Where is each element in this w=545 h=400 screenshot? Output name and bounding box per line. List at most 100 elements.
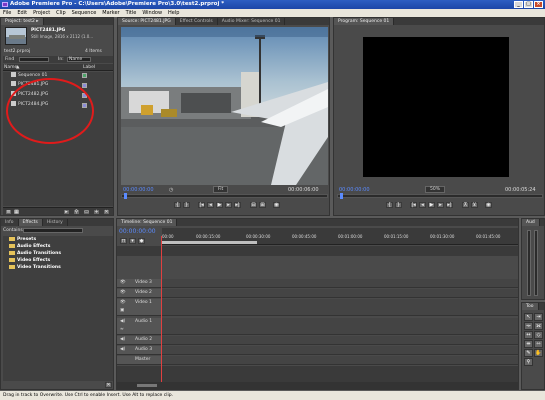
folder-presets[interactable]: Presets [9, 236, 36, 243]
source-timecode-in[interactable]: 00:00:00:00 [123, 187, 154, 193]
find-input[interactable] [19, 57, 49, 62]
set-out-icon[interactable]: } [395, 202, 402, 208]
speaker-icon[interactable]: ◀) [120, 337, 125, 342]
playhead-icon[interactable] [340, 193, 343, 199]
extract-icon[interactable]: ⊻ [471, 202, 478, 208]
step-forward-icon[interactable]: ▸ [225, 202, 232, 208]
set-in-icon[interactable]: { [386, 202, 393, 208]
timeline-zoom-bar[interactable] [117, 382, 518, 389]
folder-video-effects[interactable]: Video Effects [9, 257, 50, 264]
menu-file[interactable]: File [3, 9, 11, 17]
tab-source[interactable]: Source: PICT2481.JPG [118, 18, 176, 25]
program-scrubber[interactable] [337, 193, 543, 199]
overlay-icon[interactable]: ⊞ [259, 202, 266, 208]
zoom-dropdown[interactable]: 50% [425, 186, 446, 193]
tab-history[interactable]: History [43, 219, 68, 226]
menu-sequence[interactable]: Sequence [72, 9, 97, 17]
icon-view-icon[interactable]: ▦ [13, 209, 20, 215]
play-icon[interactable]: ▶ [216, 202, 223, 208]
track-area[interactable] [162, 318, 518, 334]
set-in-icon[interactable]: { [174, 202, 181, 208]
track-area[interactable] [162, 289, 518, 297]
menu-window[interactable]: Window [142, 9, 162, 17]
folder-video-transitions[interactable]: Video Transitions [9, 264, 61, 271]
marker-icon[interactable]: ▾ [129, 238, 136, 244]
effects-search-input[interactable] [23, 228, 83, 233]
selection-tool-icon[interactable]: ↖ [524, 313, 533, 321]
eye-icon[interactable]: 👁 [120, 300, 126, 305]
zoom-slider[interactable] [137, 384, 157, 387]
delete-icon[interactable]: ✕ [103, 209, 110, 215]
pen-tool-icon[interactable]: ✎ [524, 349, 533, 357]
rolling-edit-tool-icon[interactable]: ⟗ [534, 322, 543, 330]
eye-icon[interactable]: 👁 [120, 290, 126, 295]
new-item-icon[interactable]: + [93, 209, 100, 215]
program-timecode-in[interactable]: 00:00:00:00 [339, 187, 370, 193]
menu-clip[interactable]: Clip [56, 9, 65, 17]
track-area[interactable] [162, 279, 518, 287]
go-to-in-icon[interactable]: |◂ [198, 202, 205, 208]
list-view-icon[interactable]: ≡ [5, 209, 12, 215]
slip-tool-icon[interactable]: ⇹ [524, 340, 533, 348]
tab-project[interactable]: Project: test2 ▸ [1, 18, 44, 25]
slide-tool-icon[interactable]: ⇿ [534, 340, 543, 348]
minimize-button[interactable]: _ [514, 1, 523, 8]
display-style-icon[interactable]: ▣ [120, 308, 124, 313]
lift-icon[interactable]: ⊼ [462, 202, 469, 208]
track-area[interactable] [162, 346, 518, 354]
track-area[interactable] [162, 299, 518, 315]
insert-icon[interactable]: ⊟ [250, 202, 257, 208]
timeline-timecode[interactable]: 00:00:00:00 [119, 228, 156, 235]
menu-help[interactable]: Help [168, 9, 179, 17]
delete-icon[interactable]: ✕ [105, 382, 112, 388]
track-select-tool-icon[interactable]: ⇥ [534, 313, 543, 321]
tab-program[interactable]: Program: Sequence 01 [334, 18, 395, 25]
automate-icon[interactable]: ▸ [63, 209, 70, 215]
tab-timeline[interactable]: Timeline: Sequence 01 [117, 219, 178, 226]
tab-audio-meter[interactable]: Aud [522, 219, 540, 226]
source-scrubber[interactable] [121, 193, 328, 199]
tab-info[interactable]: Info [1, 219, 19, 226]
maximize-button[interactable]: □ [524, 1, 533, 8]
go-to-out-icon[interactable]: ▸| [234, 202, 241, 208]
set-out-icon[interactable]: } [183, 202, 190, 208]
play-icon[interactable]: ▶ [428, 202, 435, 208]
eye-icon[interactable]: 👁 [120, 280, 126, 285]
zoom-tool-icon[interactable]: ⚲ [524, 358, 533, 366]
speaker-icon[interactable]: ◀) [120, 347, 125, 352]
time-ruler[interactable]: 00:00 00:00:15:00 00:00:30:00 00:00:45:0… [162, 228, 518, 245]
tab-effect-controls[interactable]: Effect Controls [176, 18, 218, 25]
work-area-bar[interactable] [162, 241, 257, 244]
tab-tools[interactable]: Too [522, 303, 539, 310]
step-back-icon[interactable]: ◂ [207, 202, 214, 208]
folder-audio-effects[interactable]: Audio Effects [9, 243, 50, 250]
step-back-icon[interactable]: ◂ [419, 202, 426, 208]
playhead-line[interactable] [161, 236, 162, 382]
menu-marker[interactable]: Marker [102, 9, 119, 17]
export-frame-icon[interactable]: ◉ [485, 202, 492, 208]
menu-project[interactable]: Project [33, 9, 50, 17]
new-bin-icon[interactable]: ▭ [83, 209, 90, 215]
col-label-header[interactable]: Label [83, 65, 95, 70]
step-forward-icon[interactable]: ▸ [437, 202, 444, 208]
close-button[interactable]: × [534, 1, 543, 8]
ripple-edit-tool-icon[interactable]: ⟛ [524, 322, 533, 330]
speaker-icon[interactable]: ◀) [120, 319, 125, 324]
razor-tool-icon[interactable]: ◇ [534, 331, 543, 339]
track-area[interactable] [162, 336, 518, 344]
go-to-out-icon[interactable]: ▸| [446, 202, 453, 208]
find-icon[interactable]: ⚲ [73, 209, 80, 215]
keyframe-icon[interactable]: ◆ [138, 238, 145, 244]
menu-edit[interactable]: Edit [17, 9, 27, 17]
in-dropdown[interactable]: Name [67, 57, 91, 62]
export-frame-icon[interactable]: ◉ [273, 202, 280, 208]
fit-dropdown[interactable]: Fit [213, 186, 229, 193]
tab-effects[interactable]: Effects [18, 219, 43, 226]
tab-audio-mixer[interactable]: Audio Mixer: Sequence 01 [218, 18, 286, 25]
snap-icon[interactable]: ⊓ [120, 238, 127, 244]
folder-audio-transitions[interactable]: Audio Transitions [9, 250, 61, 257]
rate-stretch-tool-icon[interactable]: ↔ [524, 331, 533, 339]
menu-title[interactable]: Title [126, 9, 137, 17]
hand-tool-icon[interactable]: ✋ [534, 349, 543, 357]
track-area[interactable] [162, 356, 518, 364]
